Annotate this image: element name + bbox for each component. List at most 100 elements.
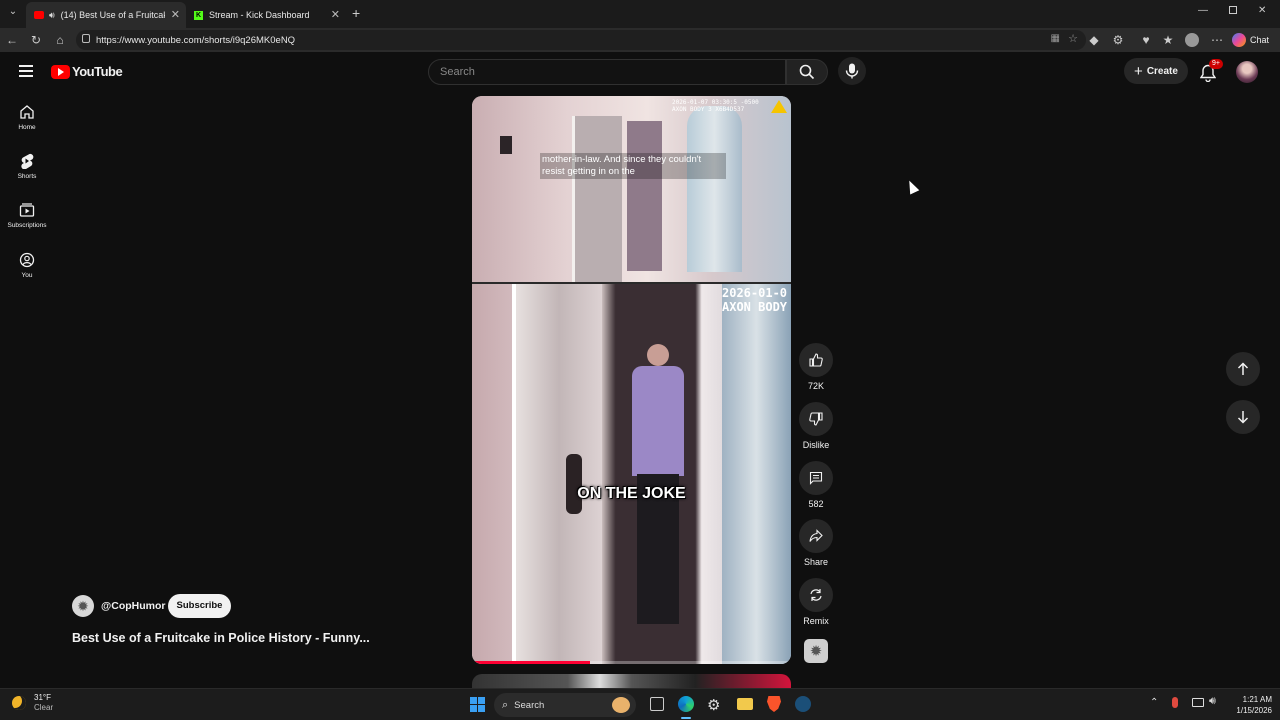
video-progress-track[interactable] — [472, 661, 791, 664]
lock-icon — [82, 34, 90, 43]
edge-browser-icon[interactable] — [678, 696, 694, 712]
file-explorer-icon[interactable] — [737, 698, 753, 710]
share-button[interactable]: Share — [796, 519, 836, 567]
minimize-button[interactable]: — — [1198, 5, 1208, 16]
home-icon[interactable]: ⌂ — [52, 32, 68, 48]
arrow-up-icon — [1237, 362, 1249, 375]
audio-playing-icon[interactable]: 🔊︎ — [49, 10, 55, 21]
search-input[interactable]: Search — [428, 59, 786, 85]
copilot-chat-button[interactable]: Chat — [1232, 31, 1269, 49]
tab-kick[interactable]: K Stream - Kick Dashboard ✕ — [186, 2, 346, 28]
menu-icon[interactable] — [19, 65, 33, 77]
extensions-puzzle-icon[interactable]: ⚙ — [1110, 32, 1126, 48]
create-label: Create — [1146, 65, 1178, 77]
remix-label: Remix — [803, 616, 829, 626]
moon-icon — [12, 696, 26, 710]
voice-search-button[interactable] — [838, 57, 866, 85]
channel-avatar[interactable]: ✹ — [72, 595, 94, 617]
weather-widget[interactable]: 31°F Clear — [12, 693, 53, 713]
shorts-icon — [21, 153, 34, 169]
tab-label: Stream - Kick Dashboard — [209, 10, 310, 20]
tab-label: (14) Best Use of a Fruitcake in — [60, 10, 165, 20]
profile-avatar[interactable] — [1185, 33, 1199, 47]
browser-essentials-icon[interactable]: ♥ — [1138, 32, 1154, 48]
volume-icon[interactable]: 🔊︎ — [1209, 695, 1216, 708]
you-icon — [19, 252, 35, 268]
account-avatar[interactable] — [1236, 61, 1258, 83]
start-button[interactable] — [470, 697, 485, 712]
show-hidden-icons-chevron[interactable]: ⌃ — [1150, 697, 1158, 708]
share-icon — [809, 529, 823, 542]
guide-item-you[interactable]: You — [0, 252, 54, 279]
favorites-icon[interactable]: ★ — [1160, 32, 1176, 48]
youtube-play-icon — [51, 64, 70, 79]
brave-browser-icon[interactable] — [767, 696, 781, 712]
chat-label: Chat — [1250, 35, 1270, 45]
close-tab-icon[interactable]: ✕ — [331, 8, 340, 21]
search-label: Search — [514, 699, 545, 711]
more-options-icon[interactable]: ⋯ — [1209, 32, 1225, 48]
share-label: Share — [803, 557, 829, 567]
short-title[interactable]: Best Use of a Fruitcake in Police Histor… — [72, 631, 382, 645]
like-button[interactable]: 72K — [796, 343, 836, 391]
copilot-icon — [1232, 33, 1246, 47]
plus-icon: + — [1134, 62, 1143, 80]
previous-short-button[interactable] — [1226, 352, 1260, 386]
extension-icon[interactable]: ◆ — [1086, 32, 1102, 48]
next-short-preview[interactable] — [472, 674, 791, 688]
dislike-button[interactable]: Dislike — [796, 402, 836, 450]
arrow-down-icon — [1237, 411, 1249, 424]
notifications-button[interactable]: 9+ — [1198, 59, 1223, 82]
tab-youtube[interactable]: 🔊︎ (14) Best Use of a Fruitcake in ✕ — [26, 2, 186, 28]
refresh-icon[interactable]: ↻ — [28, 32, 44, 48]
channel-name[interactable]: @CopHumor — [101, 600, 165, 612]
tab-list-chevron-icon[interactable]: ⌄ — [6, 6, 20, 20]
favorite-star-icon[interactable]: ☆ — [1068, 32, 1078, 45]
search-highlight-icon — [612, 697, 630, 713]
home-icon — [20, 105, 34, 119]
mouse-cursor-icon — [904, 178, 920, 195]
restore-button[interactable] — [1229, 6, 1237, 14]
subscriptions-icon — [19, 203, 35, 217]
guide-label: You — [21, 272, 33, 279]
new-tab-button[interactable]: + — [352, 5, 360, 21]
guide-item-shorts[interactable]: Shorts — [0, 153, 54, 180]
address-bar[interactable]: https://www.youtube.com/shorts/i9q26MK0e… — [76, 30, 1086, 50]
remix-button[interactable]: Remix — [796, 578, 836, 626]
steam-icon[interactable] — [795, 696, 811, 712]
weather-temp: 31°F — [34, 693, 51, 702]
bodycam-model: AXON BODY 3 X6B4D537 — [672, 106, 745, 113]
windows-taskbar: 31°F Clear ⌕ Search ⚙ ⌃ 🔊︎ 1:21 AM 1/15/… — [0, 688, 1280, 720]
audio-source-thumbnail[interactable]: ✹ — [804, 639, 828, 663]
next-short-button[interactable] — [1226, 400, 1260, 434]
subtitle-caption: mother-in-law. And since they couldn't r… — [540, 153, 726, 179]
comment-count: 582 — [808, 499, 824, 509]
guide-item-subscriptions[interactable]: Subscriptions — [0, 202, 54, 229]
guide-label: Subscriptions — [7, 222, 47, 229]
guide-item-home[interactable]: Home — [0, 104, 54, 131]
search-icon: ⌕ — [502, 698, 509, 711]
create-button[interactable]: + Create — [1124, 58, 1188, 84]
task-view-icon[interactable] — [650, 697, 664, 711]
search-button[interactable] — [786, 59, 828, 85]
youtube-logo[interactable]: YouTube — [51, 64, 123, 79]
bodycam-timestamp: 2026-01-0 — [722, 286, 788, 300]
back-icon[interactable]: ← — [4, 32, 20, 48]
kick-favicon-icon: K — [194, 10, 203, 20]
subscribe-button[interactable]: Subscribe — [168, 594, 231, 618]
youtube-header: YouTube Search + Create 9+ — [0, 52, 1280, 92]
app-available-icon[interactable]: ▦ — [1051, 33, 1060, 44]
clock[interactable]: 1:21 AM 1/15/2026 — [1226, 694, 1272, 716]
settings-gear-icon[interactable]: ⚙ — [707, 696, 720, 714]
logo-text: YouTube — [72, 64, 123, 79]
police-badge-icon: ✹ — [77, 597, 89, 614]
short-video-player[interactable]: 2026-01-07 03:30:5 -0500 AXON BODY 3 X6B… — [472, 96, 791, 664]
browser-tab-bar: ⌄ 🔊︎ (14) Best Use of a Fruitcake in ✕ K… — [0, 0, 1280, 28]
display-tray-icon[interactable] — [1192, 698, 1204, 707]
close-tab-icon[interactable]: ✕ — [171, 8, 180, 21]
thumbs-down-icon — [809, 412, 823, 426]
comments-button[interactable]: 582 — [796, 461, 836, 509]
close-window-button[interactable]: ✕ — [1258, 5, 1266, 16]
taskbar-search[interactable]: ⌕ Search — [494, 693, 636, 717]
microphone-tray-icon[interactable] — [1172, 697, 1178, 708]
